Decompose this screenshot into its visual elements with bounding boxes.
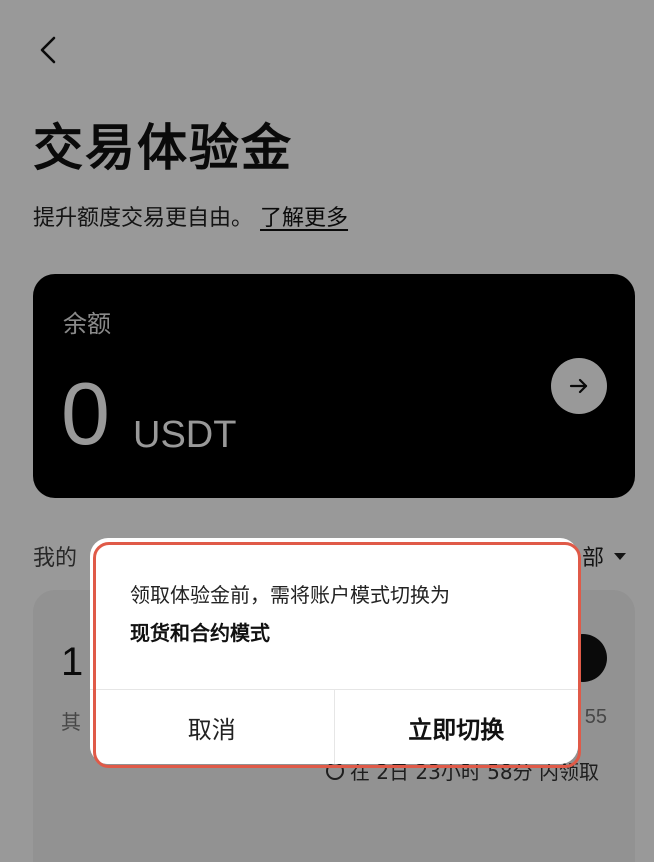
cancel-button[interactable]: 取消 bbox=[90, 690, 334, 764]
dialog-message: 领取体验金前，需将账户模式切换为 现货和合约模式 bbox=[130, 576, 544, 652]
dialog-emphasis-text: 现货和合约模式 bbox=[130, 621, 270, 645]
dialog-message-text: 领取体验金前，需将账户模式切换为 bbox=[130, 583, 450, 607]
switch-now-button[interactable]: 立即切换 bbox=[333, 690, 578, 764]
dialog-actions: 取消 立即切换 bbox=[90, 689, 578, 764]
switch-mode-dialog: 领取体验金前，需将账户模式切换为 现货和合约模式 取消 立即切换 bbox=[90, 538, 578, 764]
